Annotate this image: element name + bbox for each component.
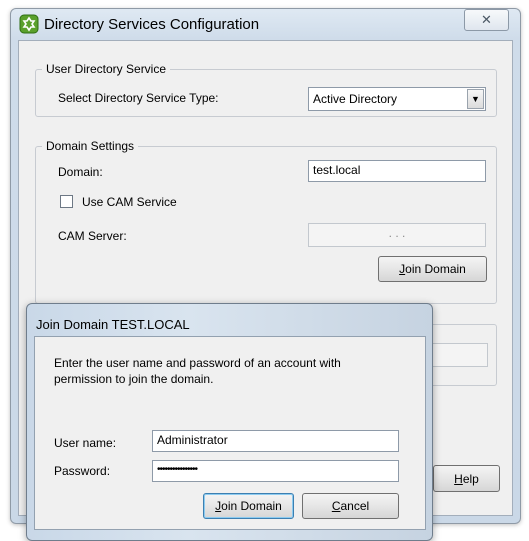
- use-cam-checkbox[interactable]: [60, 195, 73, 208]
- use-cam-label: Use CAM Service: [82, 195, 177, 209]
- service-type-label: Select Directory Service Type:: [58, 91, 219, 105]
- instruction-line-1: Enter the user name and password of an a…: [54, 356, 341, 370]
- close-button[interactable]: ✕: [464, 9, 509, 31]
- user-directory-legend: User Directory Service: [42, 62, 171, 76]
- window-title: Directory Services Configuration: [44, 16, 260, 33]
- join-domain-label: oin Domain: [405, 262, 466, 276]
- username-label: User name:: [54, 436, 117, 450]
- domain-settings-legend: Domain Settings: [42, 139, 139, 153]
- help-mnemonic: H: [454, 471, 463, 486]
- dialog-instructions: Enter the user name and password of an a…: [54, 355, 384, 387]
- dialog-cancel-button[interactable]: Cancel: [302, 493, 399, 519]
- app-gear-icon: [19, 14, 39, 34]
- help-button[interactable]: Help: [433, 465, 500, 492]
- join-domain-button[interactable]: Join Domain: [378, 256, 487, 282]
- domain-input[interactable]: test.local: [308, 160, 486, 182]
- dialog-cancel-mnemonic: C: [331, 499, 341, 513]
- cam-server-label: CAM Server:: [58, 229, 127, 243]
- service-type-select[interactable]: Active Directory ▼: [308, 87, 486, 111]
- domain-label: Domain:: [58, 165, 103, 179]
- hidden-field: [432, 343, 488, 367]
- password-label: Password:: [54, 464, 111, 478]
- help-label: elp: [462, 471, 479, 486]
- dialog-join-domain-button[interactable]: Join Domain: [203, 493, 294, 519]
- dialog-title: Join Domain TEST.LOCAL: [36, 317, 190, 332]
- instruction-line-2: permission to join the domain.: [54, 372, 214, 386]
- chevron-down-icon[interactable]: ▼: [467, 89, 484, 109]
- service-type-value: Active Directory: [313, 92, 398, 106]
- password-input[interactable]: ••••••••••••••••: [152, 460, 399, 482]
- dialog-join-label: oin Domain: [221, 499, 282, 513]
- close-icon: ✕: [481, 12, 492, 27]
- cam-server-input[interactable]: . . .: [308, 223, 486, 247]
- username-input[interactable]: Administrator: [152, 430, 399, 452]
- dialog-cancel-label: ancel: [340, 499, 370, 513]
